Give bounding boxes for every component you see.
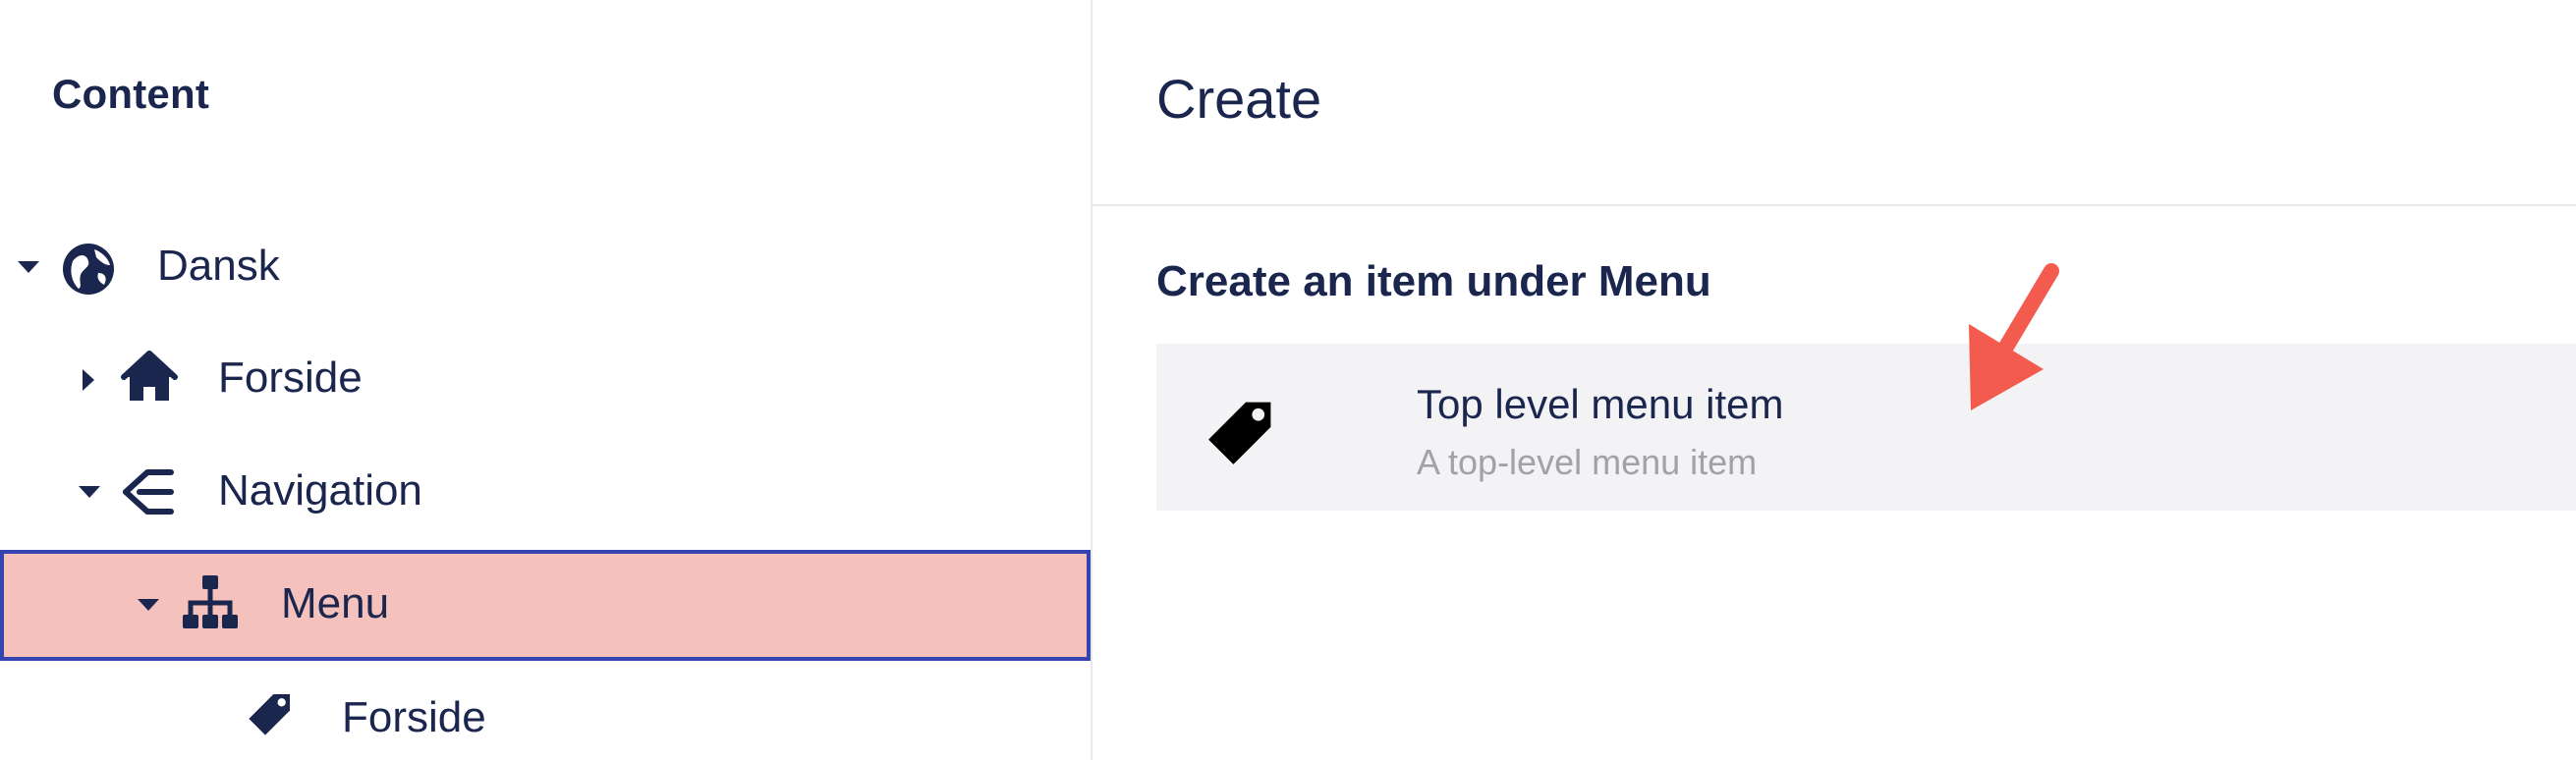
caret-down-icon[interactable] <box>138 599 159 611</box>
globe-icon <box>63 244 114 295</box>
tree-node-forside-menu-item[interactable]: Forside <box>0 666 1091 760</box>
tag-icon <box>1208 402 1271 464</box>
navigation-icon <box>123 469 174 515</box>
create-dialog-subtitle: Create an item under Menu <box>1156 257 1711 305</box>
document-type-option[interactable]: Top level menu item A top-level menu ite… <box>1156 344 2576 511</box>
caret-down-icon[interactable] <box>18 261 39 273</box>
create-dialog: Create Create an item under Menu Top lev… <box>1092 0 2576 760</box>
annotation-arrow-icon <box>1969 263 2059 410</box>
tree-node-navigation[interactable]: Navigation <box>0 439 1091 547</box>
create-dialog-title: Create <box>1156 68 1322 130</box>
tree-node-dansk[interactable]: Dansk <box>0 214 1091 322</box>
tree-section-title: Content <box>52 71 210 117</box>
tree-node-label: Dansk <box>157 242 280 290</box>
home-icon <box>121 351 178 401</box>
tag-icon <box>249 694 290 735</box>
caret-down-icon[interactable] <box>79 486 100 498</box>
document-type-description: A top-level menu item <box>1417 442 1758 482</box>
tree-node-label: Navigation <box>218 466 422 515</box>
document-type-name: Top level menu item <box>1417 381 1784 427</box>
tree-node-label: Forside <box>342 693 486 741</box>
tree-node-menu[interactable]: Menu <box>0 550 1091 661</box>
app: Content Dansk Forside Navigation Menu Fo… <box>0 0 2576 760</box>
caret-right-icon[interactable] <box>83 369 94 391</box>
create-dialog-header: Create <box>1092 0 2576 206</box>
sitemap-icon <box>183 575 238 628</box>
content-tree-panel: Content Dansk Forside Navigation Menu Fo… <box>0 0 1092 760</box>
tree-node-label: Menu <box>281 579 390 627</box>
tree-node-label: Forside <box>218 353 363 402</box>
tree-node-forside[interactable]: Forside <box>0 326 1091 434</box>
